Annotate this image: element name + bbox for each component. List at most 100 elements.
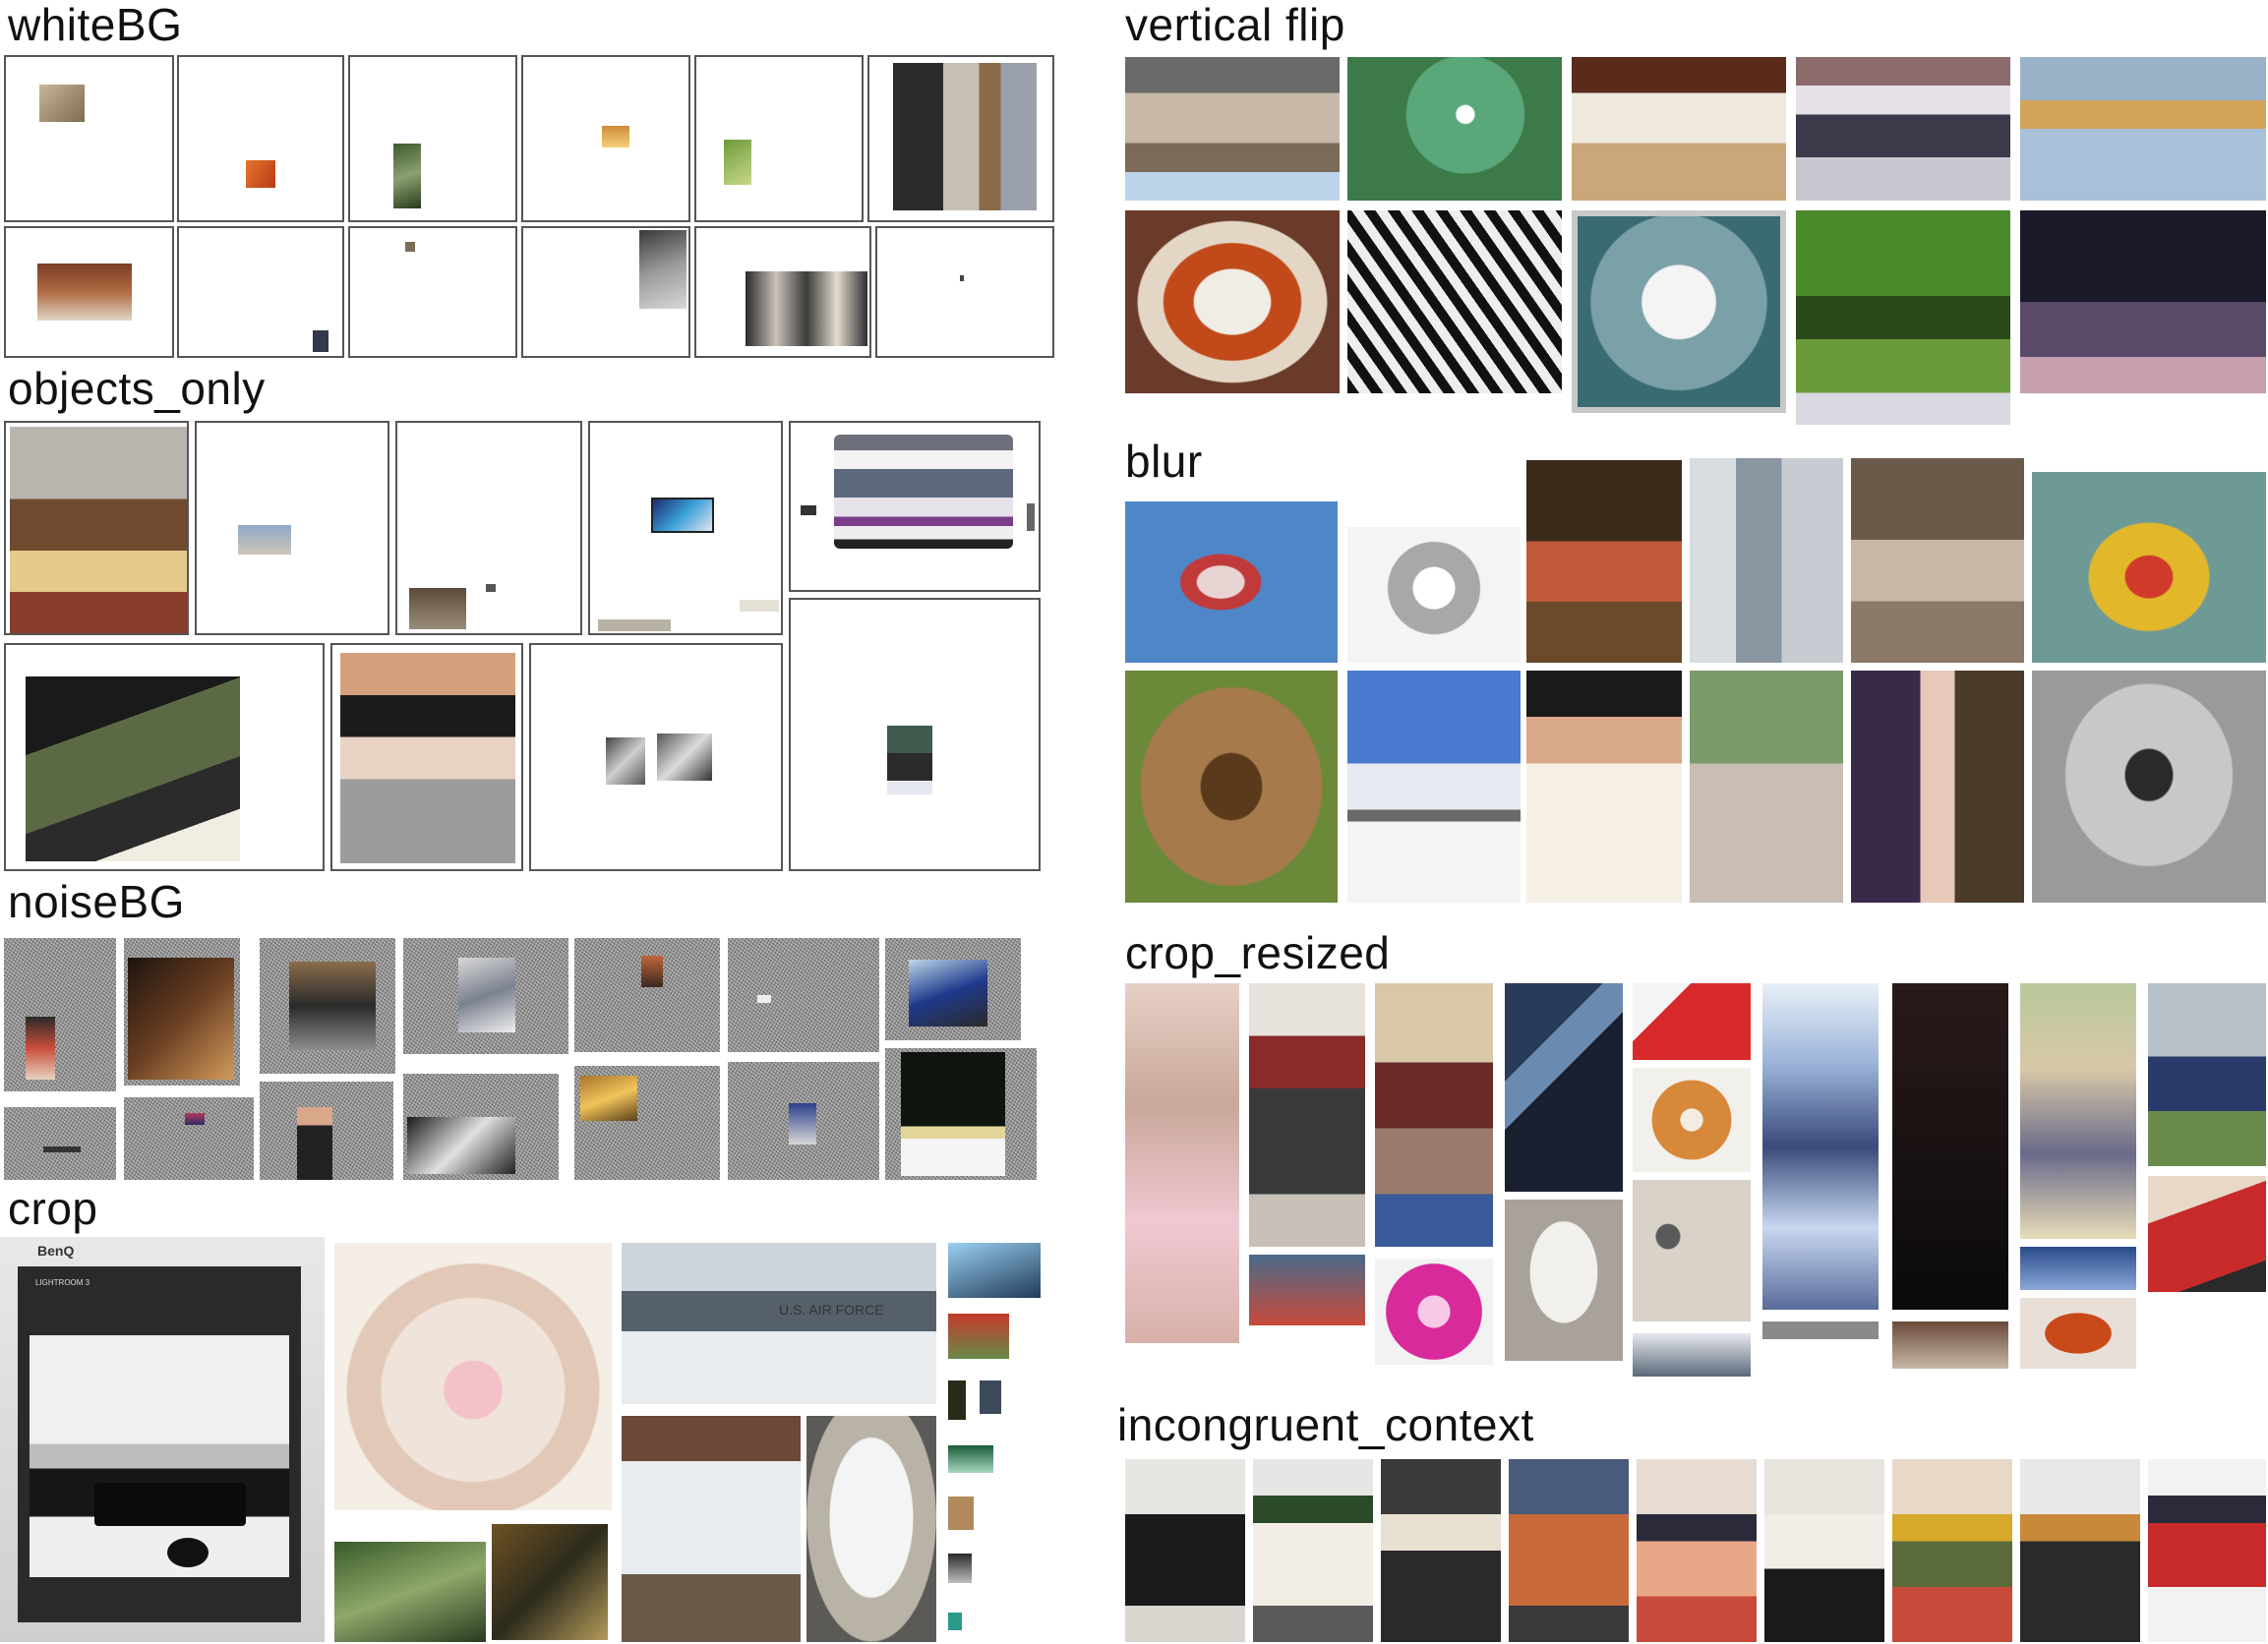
flip-photo-soccer <box>1796 210 2010 425</box>
section-title-blur: blur <box>1125 436 1203 487</box>
objects-tile <box>395 421 582 635</box>
section-title-crop: crop <box>8 1183 98 1234</box>
crop-donut <box>334 1243 612 1510</box>
resized-photo-red <box>1633 983 1751 1060</box>
section-title-whitebg: whiteBG <box>8 0 183 50</box>
object-small <box>486 584 496 592</box>
noise-tile <box>574 1066 720 1180</box>
incongruent-photo-7 <box>1892 1459 2012 1642</box>
object-tennis-player <box>26 1017 55 1080</box>
whitebg-tile <box>4 55 174 222</box>
crop-dog <box>806 1416 936 1642</box>
crop-small-cyan <box>948 1613 962 1630</box>
crop-laptop <box>622 1416 801 1642</box>
objects-tile <box>789 598 1041 871</box>
resized-photo-blue-bar <box>2020 1247 2136 1290</box>
section-title-noisebg: noiseBG <box>8 876 185 927</box>
photo-kitchen-cooking <box>10 427 187 633</box>
object-sink <box>39 85 85 122</box>
object-pizza <box>580 1076 637 1121</box>
object-carrots <box>246 160 275 188</box>
resized-photo-urinal <box>1505 1200 1623 1361</box>
resized-photo-green-pixel <box>2020 983 2136 1239</box>
crop-small-teal <box>948 1445 993 1473</box>
blur-photo-living-room <box>1851 458 2024 663</box>
object-small <box>405 242 415 252</box>
resized-photo-boy <box>2148 983 2266 1166</box>
object-cat <box>458 958 515 1032</box>
resized-photo-blue-pixel <box>1762 983 1879 1310</box>
objects-tile <box>529 643 783 871</box>
object-person-skiing <box>887 726 932 794</box>
lightroom-label: LIGHTROOM 3 <box>35 1278 90 1287</box>
photo-woman-eating <box>26 676 240 861</box>
incongruent-photo-9 <box>2148 1459 2266 1642</box>
blur-photo-bear <box>1125 671 1338 903</box>
blur-photo-man-tie <box>1526 671 1682 903</box>
object-sandal-right <box>657 734 712 781</box>
object-vase-flowers <box>901 1052 1005 1176</box>
incongruent-photo-6 <box>1764 1459 1884 1642</box>
noise-tile <box>728 1062 879 1180</box>
resized-photo-small-people <box>1249 1255 1365 1325</box>
object-sheep <box>238 525 291 555</box>
flip-photo-swimmer <box>1347 57 1562 201</box>
object-hotdog <box>37 264 132 321</box>
whitebg-tile <box>177 226 344 358</box>
incongruent-photo-1 <box>1125 1459 1245 1642</box>
objects-tile <box>4 421 189 635</box>
whitebg-tile <box>348 55 517 222</box>
noise-tile <box>885 1048 1037 1180</box>
blur-photo-child-car <box>1526 460 1682 663</box>
resized-photo-stripes <box>1505 983 1623 1192</box>
resized-photo-orange <box>2020 1298 2136 1369</box>
flip-photo-surfer <box>1572 210 1786 413</box>
object-cucumber <box>724 140 751 185</box>
crop-small-tan <box>948 1497 974 1530</box>
photo-people-street <box>893 63 1037 210</box>
whitebg-tile <box>4 226 174 358</box>
crop-chair <box>334 1542 486 1642</box>
flip-photo-bus <box>1796 57 2010 201</box>
object-motorcycle <box>289 962 376 1050</box>
noise-tile <box>885 938 1021 1040</box>
monitor-inner <box>30 1335 289 1577</box>
object-person-small <box>641 956 663 987</box>
crop-small-dark <box>948 1380 966 1420</box>
resized-photo-donut <box>1633 1068 1751 1172</box>
whitebg-tile <box>177 55 344 222</box>
crop-small-blue <box>948 1243 1041 1298</box>
noise-tile <box>574 938 720 1052</box>
flip-photo-food <box>1125 210 1340 393</box>
noise-tile <box>403 938 568 1054</box>
objects-tile <box>195 421 389 635</box>
object-laptop <box>639 230 686 309</box>
object-tiny-white <box>757 995 771 1003</box>
flip-photo-street <box>1125 57 1340 201</box>
resized-photo-woman-red <box>2148 1176 2266 1292</box>
section-title-objects-only: objects_only <box>8 363 266 414</box>
blur-photo-skateboarder <box>1690 671 1843 903</box>
object-small <box>801 505 816 515</box>
crop-monitor: BenQ LIGHTROOM 3 <box>0 1237 325 1642</box>
blur-photo-fruit-bowl <box>2032 472 2266 663</box>
incongruent-photo-3 <box>1381 1459 1501 1642</box>
blur-photo-kite <box>1125 501 1338 663</box>
incongruent-photo-2 <box>1253 1459 1373 1642</box>
object-sandal-left <box>606 737 645 785</box>
resized-photo-pale <box>1125 983 1239 1343</box>
crop-airplanes: U.S. AIR FORCE <box>622 1243 936 1404</box>
object-dirtbike <box>909 960 987 1027</box>
resized-photo-sink <box>1633 1180 1751 1321</box>
objects-tile <box>330 643 523 871</box>
whitebg-tile <box>875 226 1054 358</box>
objects-tile <box>4 643 325 871</box>
mouse <box>167 1538 209 1567</box>
whitebg-tile <box>694 226 871 358</box>
object-tiny <box>960 275 964 281</box>
blur-photo-bathroom <box>1690 458 1843 663</box>
whitebg-tile <box>521 226 690 358</box>
crop-small-red <box>948 1314 1009 1359</box>
airforce-text: U.S. AIR FORCE <box>779 1302 884 1318</box>
noise-tile <box>260 938 395 1074</box>
